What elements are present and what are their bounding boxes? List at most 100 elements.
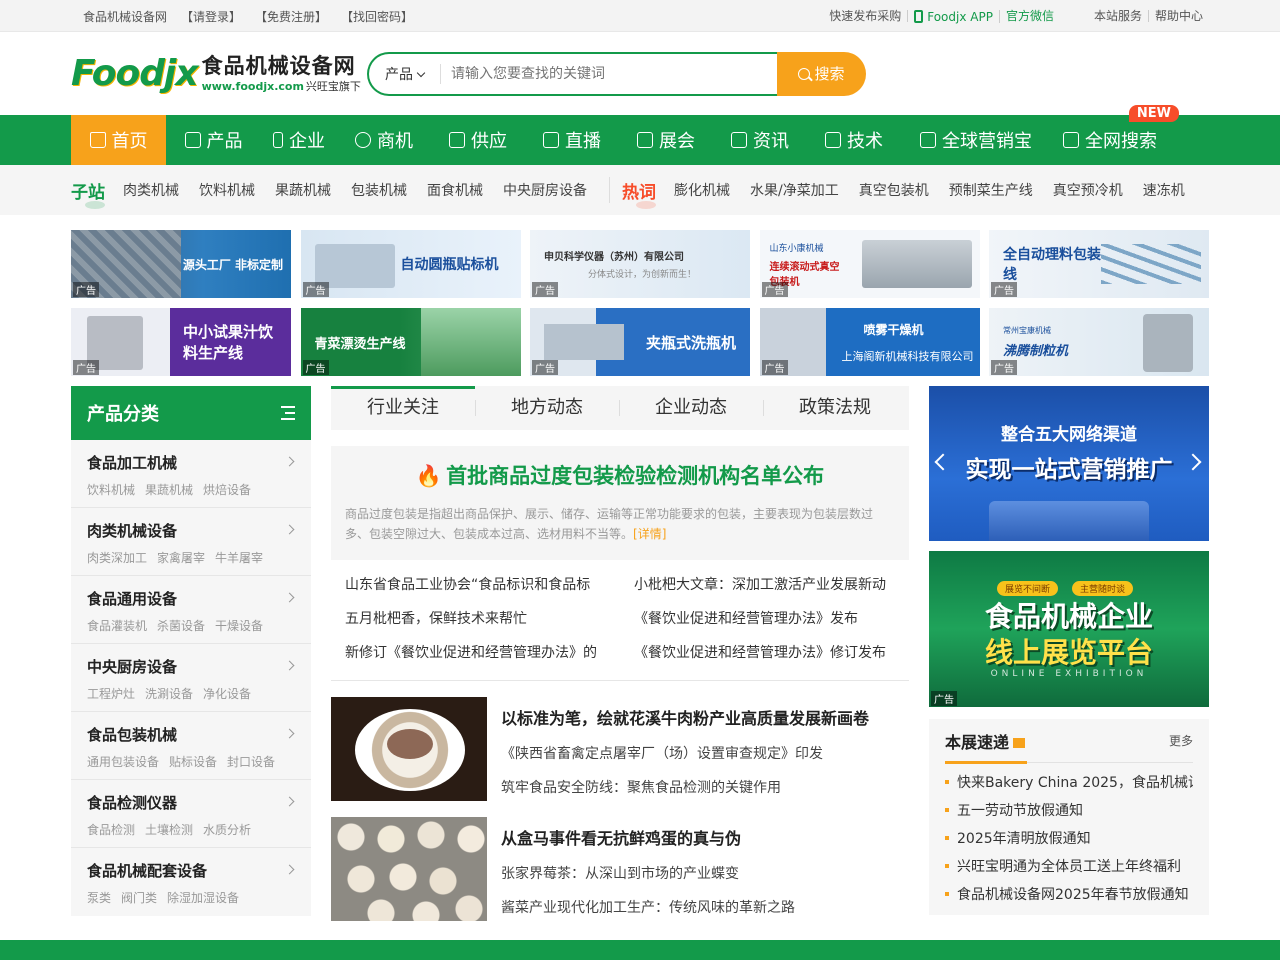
hot-word-link[interactable]: 真空预冷机 [1053,180,1123,200]
category-item[interactable]: 肉类机械设备 肉类深加工 家禽屠宰 牛羊屠宰 [71,508,311,576]
substation-link[interactable]: 饮料机械 [199,180,255,200]
news-link[interactable]: 《餐饮业促进和经营管理办法》发布 [634,602,904,636]
subcategory-link[interactable]: 封口设备 [227,753,275,770]
noodle-bowl-image[interactable] [331,697,487,801]
help-center-link[interactable]: 帮助中心 [1149,10,1209,22]
subcategory-link[interactable]: 洗涮设备 [145,685,193,702]
eggs-image[interactable] [331,817,487,921]
ad-banner[interactable]: 申贝科学仪器（苏州）有限公司 分体式设计，为创新而生！ 广告 [530,230,750,298]
nav-tech[interactable]: 技术 [807,115,901,165]
subcategory-link[interactable]: 贴标设备 [169,753,217,770]
subcategory-link[interactable]: 除湿加湿设备 [167,889,239,906]
subcategory-link[interactable]: 果蔬机械 [145,481,193,498]
ad-banner[interactable]: 自动圆瓶贴标机 广告 [300,230,521,298]
nav-live[interactable]: 直播 [525,115,619,165]
express-more-link[interactable]: 更多 [1169,732,1193,749]
headline-title[interactable]: 🔥 首批商品过度包装检验检测机构名单公布 [345,460,895,490]
picture-news-title[interactable]: 以标准为笔，绘就花溪牛肉粉产业高质量发展新画卷 [501,705,869,729]
tab-industry-focus[interactable]: 行业关注 [331,386,475,430]
category-item[interactable]: 食品加工机械 饮料机械 果蔬机械 烘焙设备 [71,440,311,508]
picture-news-title[interactable]: 从盒马事件看无抗鲜鸡蛋的真与伪 [501,825,795,849]
substation-link[interactable]: 中央厨房设备 [503,180,587,200]
category-item[interactable]: 食品机械配套设备 泵类 阀门类 除湿加湿设备 [71,848,311,916]
subcategory-link[interactable]: 烘焙设备 [203,481,251,498]
marketing-banner[interactable]: 整合五大网络渠道 实现一站式营销推广 [929,386,1209,541]
express-item[interactable]: 兴旺宝明通为全体员工送上年终福利 [945,853,1193,881]
news-link[interactable]: 小枇杷大文章：深加工激活产业发展新动 [634,568,904,602]
publish-purchase-link[interactable]: 快速发布采购 [823,10,909,22]
ad-banner[interactable]: 全自动理料包装线 广告 [989,230,1209,298]
substation-link[interactable]: 包装机械 [351,180,407,200]
nav-supply[interactable]: 供应 [431,115,525,165]
subcategory-link[interactable]: 饮料机械 [87,481,135,498]
category-item[interactable]: 食品通用设备 食品灌装机 杀菌设备 干燥设备 [71,576,311,644]
ad-banner[interactable]: 喷雾干燥机 上海阁新机械科技有限公司 广告 [759,308,980,376]
search-category-select[interactable]: 产品 [369,63,441,84]
nav-exhibitions[interactable]: 展会 [619,115,713,165]
ad-banner[interactable]: 山东小康机械 连续滚动式真空包装机 广告 [759,230,980,298]
hot-word-link[interactable]: 预制菜生产线 [949,180,1033,200]
ad-banner[interactable]: 夹瓶式洗瓶机 广告 [530,308,750,376]
express-item[interactable]: 2025年清明放假通知 [945,825,1193,853]
nav-web-search[interactable]: 全网搜索 NEW [1051,105,1179,165]
hot-word-link[interactable]: 速冻机 [1143,180,1185,200]
tab-local-news[interactable]: 地方动态 [475,386,619,430]
search-button[interactable]: 搜索 [777,51,866,96]
headline-detail-link[interactable]: [详情] [633,527,666,541]
login-link[interactable]: 【请登录】 [181,8,241,25]
category-item[interactable]: 中央厨房设备 工程炉灶 洗涮设备 净化设备 [71,644,311,712]
express-item[interactable]: 五一劳动节放假通知 [945,797,1193,825]
site-service-link[interactable]: 本站服务 [1088,10,1149,22]
subcategory-link[interactable]: 阀门类 [121,889,157,906]
news-link[interactable]: 筑牢食品安全防线：聚焦食品检测的关键作用 [501,777,869,797]
ad-banner[interactable]: 常州宝康机械 沸腾制粒机 广告 [989,308,1209,376]
express-item[interactable]: 快来Bakery China 2025，食品机械设 [945,769,1193,797]
subcategory-link[interactable]: 土壤检测 [145,821,193,838]
nav-global-marketing[interactable]: 全球营销宝 [901,115,1051,165]
news-link[interactable]: 张家界莓茶：从深山到市场的产业蝶变 [501,863,795,883]
ad-banner[interactable]: 青菜漂烫生产线 广告 [300,308,521,376]
search-input[interactable] [441,65,761,82]
news-link[interactable]: 山东省食品工业协会“食品标识和食品标 [345,568,615,602]
subcategory-link[interactable]: 水质分析 [203,821,251,838]
hot-word-link[interactable]: 水果/净菜加工 [750,180,839,200]
ad-banner[interactable]: 源头工厂 非标定制 广告 [71,230,291,298]
tab-policy[interactable]: 政策法规 [763,386,907,430]
subcategory-link[interactable]: 食品检测 [87,821,135,838]
category-item[interactable]: 食品检测仪器 食品检测 土壤检测 水质分析 [71,780,311,848]
nav-opportunities[interactable]: 商机 [337,115,431,165]
news-link[interactable]: 《餐饮业促进和经营管理办法》修订发布 [634,636,904,670]
news-link[interactable]: 新修订《餐饮业促进和经营管理办法》的 [345,636,615,670]
subcategory-link[interactable]: 工程炉灶 [87,685,135,702]
ad-banner[interactable]: 中小试果汁饮料生产线 广告 [71,308,291,376]
subcategory-link[interactable]: 食品灌装机 [87,617,147,634]
exhibition-banner[interactable]: 展览不间断 主营随时谈 食品机械企业 线上展览平台 ONLINE EXHIBIT… [929,551,1209,707]
substation-link[interactable]: 面食机械 [427,180,483,200]
site-logo[interactable]: Foodjx 食品机械设备网 www.foodjx.com 兴旺宝旗下 [71,53,367,94]
subcategory-link[interactable]: 泵类 [87,889,111,906]
nav-companies[interactable]: 企业 [261,115,337,165]
news-link[interactable]: 《陕西省畜禽定点屠宰厂（场）设置审查规定》印发 [501,743,869,763]
forgot-password-link[interactable]: 【找回密码】 [341,8,413,25]
subcategory-link[interactable]: 牛羊屠宰 [215,549,263,566]
nav-home[interactable]: 首页 [71,115,166,165]
subcategory-link[interactable]: 肉类深加工 [87,549,147,566]
news-link[interactable]: 酱菜产业现代化加工生产：传统风味的革新之路 [501,897,795,917]
nav-products[interactable]: 产品 [166,115,261,165]
wechat-link[interactable]: 官方微信 [1000,10,1060,22]
subcategory-link[interactable]: 干燥设备 [215,617,263,634]
site-name-link[interactable]: 食品机械设备网 [83,8,167,25]
nav-news[interactable]: 资讯 [713,115,807,165]
express-item[interactable]: 食品机械设备网2025年春节放假通知 [945,881,1193,909]
register-link[interactable]: 【免费注册】 [255,8,327,25]
hot-word-link[interactable]: 膨化机械 [674,180,730,200]
hot-word-link[interactable]: 真空包装机 [859,180,929,200]
subcategory-link[interactable]: 杀菌设备 [157,617,205,634]
substation-link[interactable]: 果蔬机械 [275,180,331,200]
subcategory-link[interactable]: 家禽屠宰 [157,549,205,566]
subcategory-link[interactable]: 净化设备 [203,685,251,702]
tab-company-news[interactable]: 企业动态 [619,386,763,430]
news-link[interactable]: 五月枇杷香，保鲜技术来帮忙 [345,602,615,636]
category-item[interactable]: 食品包装机械 通用包装设备 贴标设备 封口设备 [71,712,311,780]
app-link[interactable]: Foodjx APP [908,9,1000,23]
